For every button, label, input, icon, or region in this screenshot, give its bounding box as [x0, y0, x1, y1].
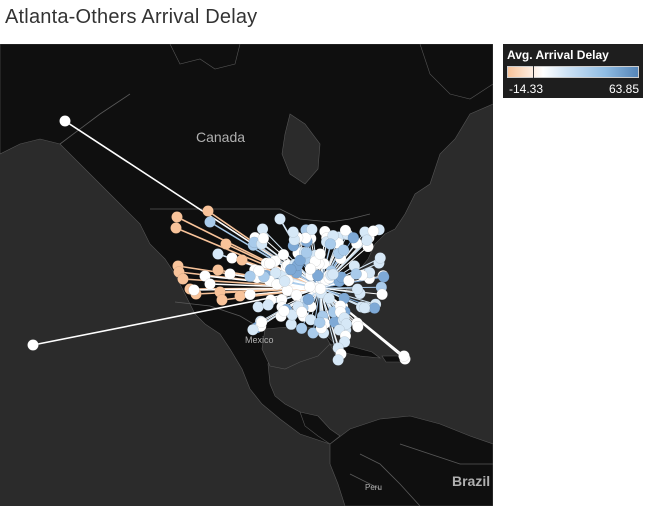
- airport-marker[interactable]: [216, 294, 228, 306]
- airport-marker[interactable]: [277, 248, 290, 261]
- airport-marker[interactable]: [352, 320, 364, 333]
- airport-marker[interactable]: [264, 257, 276, 270]
- legend-max: 63.85: [608, 82, 639, 96]
- airport-marker[interactable]: [374, 252, 386, 264]
- airport-marker[interactable]: [278, 275, 291, 287]
- airport-marker[interactable]: [314, 283, 327, 295]
- airport-marker[interactable]: [337, 244, 350, 256]
- legend-zero-marker: [533, 66, 534, 78]
- flight-map[interactable]: Canada Mexico Peru Brazil: [0, 44, 493, 506]
- airport-marker[interactable]: [398, 350, 410, 362]
- airport-marker[interactable]: [287, 226, 299, 238]
- airport-marker[interactable]: [244, 288, 256, 301]
- airport-marker[interactable]: [302, 293, 315, 306]
- airport-marker[interactable]: [290, 289, 303, 301]
- airport-marker[interactable]: [170, 222, 182, 234]
- airport-marker[interactable]: [278, 305, 290, 317]
- label-brazil: Brazil: [452, 473, 490, 489]
- airport-marker[interactable]: [204, 216, 216, 228]
- airport-marker[interactable]: [177, 273, 189, 285]
- airport-marker[interactable]: [368, 302, 381, 314]
- airport-marker[interactable]: [377, 271, 390, 283]
- chart-title: Atlanta-Others Arrival Delay: [5, 6, 258, 28]
- airport-marker[interactable]: [347, 232, 360, 244]
- airport-marker[interactable]: [202, 205, 214, 217]
- land-south-america: [329, 415, 493, 506]
- label-peru: Peru: [365, 483, 382, 492]
- airport-marker[interactable]: [295, 322, 308, 335]
- legend: Avg. Arrival Delay -14.33 63.85: [503, 44, 643, 98]
- airport-marker[interactable]: [314, 248, 326, 260]
- legend-title: Avg. Arrival Delay: [507, 48, 609, 62]
- airport-marker[interactable]: [358, 302, 371, 314]
- airport-marker[interactable]: [306, 223, 318, 236]
- label-canada: Canada: [196, 129, 245, 145]
- airport-marker[interactable]: [226, 252, 238, 264]
- airport-marker[interactable]: [247, 323, 259, 336]
- airport-marker[interactable]: [350, 268, 362, 280]
- airport-marker[interactable]: [332, 354, 344, 366]
- airport-marker[interactable]: [204, 278, 216, 290]
- airport-marker[interactable]: [300, 246, 313, 259]
- map-canvas[interactable]: Canada Mexico Peru Brazil: [0, 44, 493, 506]
- airport-marker[interactable]: [313, 316, 326, 329]
- airport-marker[interactable]: [188, 284, 200, 296]
- legend-color-ramp: [507, 66, 639, 78]
- label-mexico: Mexico: [245, 335, 274, 345]
- airport-marker[interactable]: [252, 301, 264, 313]
- airport-marker[interactable]: [234, 290, 246, 302]
- airport-marker[interactable]: [304, 263, 317, 275]
- airport-marker[interactable]: [323, 292, 335, 305]
- airport-marker[interactable]: [255, 316, 268, 329]
- airport-marker[interactable]: [224, 268, 236, 280]
- airport-marker[interactable]: [262, 299, 274, 311]
- airport-marker[interactable]: [27, 339, 39, 351]
- airport-marker[interactable]: [244, 270, 256, 283]
- airport-marker[interactable]: [376, 288, 388, 301]
- airport-marker[interactable]: [220, 238, 232, 250]
- airport-marker[interactable]: [59, 115, 71, 127]
- airport-marker[interactable]: [361, 234, 373, 246]
- legend-min: -14.33: [509, 82, 544, 96]
- airport-marker[interactable]: [367, 225, 380, 237]
- airport-marker[interactable]: [236, 254, 248, 266]
- airport-marker[interactable]: [351, 283, 364, 295]
- airport-marker[interactable]: [212, 264, 224, 276]
- airport-marker[interactable]: [212, 248, 224, 260]
- airport-marker[interactable]: [171, 211, 183, 223]
- airport-marker[interactable]: [324, 238, 337, 250]
- airport-marker[interactable]: [285, 318, 297, 331]
- airport-marker[interactable]: [257, 232, 270, 245]
- airport-marker[interactable]: [296, 306, 308, 318]
- airport-marker[interactable]: [274, 213, 286, 225]
- airport-marker[interactable]: [284, 263, 297, 276]
- airport-marker[interactable]: [304, 280, 316, 293]
- airport-marker[interactable]: [327, 268, 339, 281]
